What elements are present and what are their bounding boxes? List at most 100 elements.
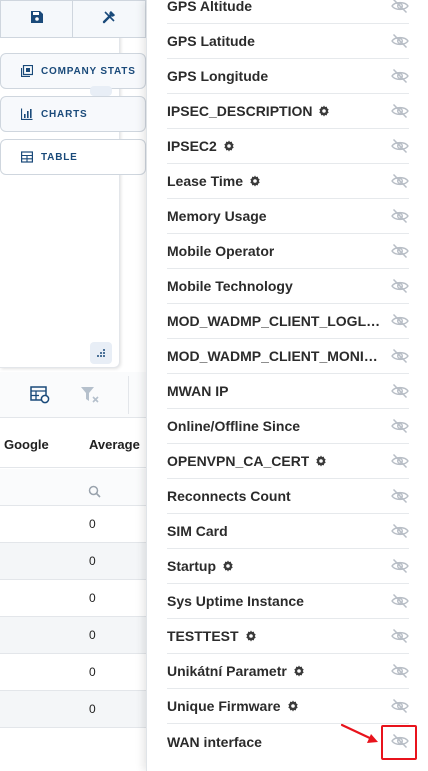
eye-off-icon[interactable]: [391, 523, 409, 539]
gear-icon[interactable]: [293, 665, 305, 677]
chart-icon: [21, 108, 33, 120]
edit-button[interactable]: [73, 0, 146, 38]
column-chooser-item[interactable]: IPSEC2: [167, 129, 409, 164]
column-chooser-item-label: GPS Longitude: [167, 68, 269, 84]
column-chooser-item[interactable]: MWAN IP: [167, 374, 409, 409]
column-header-average[interactable]: Average: [89, 437, 140, 452]
gear-icon[interactable]: [249, 175, 261, 187]
eye-off-icon[interactable]: [391, 453, 409, 469]
column-chooser-item[interactable]: Lease Time: [167, 164, 409, 199]
gear-icon[interactable]: [245, 630, 257, 642]
widget-toolbar: [0, 0, 146, 40]
eye-off-icon[interactable]: [391, 628, 409, 644]
gear-icon[interactable]: [315, 455, 327, 467]
eye-off-icon[interactable]: [391, 138, 409, 154]
eye-off-icon[interactable]: [391, 488, 409, 504]
column-chooser-item-label: Mobile Operator: [167, 243, 275, 259]
filter-search-icon[interactable]: [88, 485, 101, 503]
column-chooser-item[interactable]: Mobile Technology: [167, 269, 409, 304]
column-chooser-item[interactable]: IPSEC_DESCRIPTION: [167, 94, 409, 129]
column-chooser-panel: GPS Altitude GPS Latitude GPS Longitude IPS…: [146, 0, 428, 771]
column-chooser-item-label: OPENVPN_CA_CERT: [167, 453, 310, 469]
nav-table-button[interactable]: TABLE: [0, 139, 146, 175]
column-chooser-item[interactable]: Online/Offline Since: [167, 409, 409, 444]
column-chooser-item-label: TESTTEST: [167, 628, 239, 644]
gear-icon[interactable]: [318, 105, 330, 117]
column-chooser-item[interactable]: GPS Latitude: [167, 24, 409, 59]
table-row[interactable]: 0: [0, 617, 146, 654]
table-cell: 0: [89, 628, 96, 642]
column-chooser-item-label: Memory Usage: [167, 208, 267, 224]
wrench-icon: [102, 9, 117, 29]
column-chooser-item[interactable]: GPS Altitude: [167, 0, 409, 24]
column-header-google[interactable]: Google: [4, 437, 49, 452]
eye-off-icon[interactable]: [391, 383, 409, 399]
column-chooser-item[interactable]: Unikátní Parametr: [167, 654, 409, 689]
table-row[interactable]: 0: [0, 654, 146, 691]
eye-off-icon[interactable]: [391, 593, 409, 609]
column-chooser-item-label: MOD_WADMP_CLIENT_MONITO...: [167, 348, 383, 364]
grid-toolbar: [0, 372, 146, 418]
nav-company-stats-label: COMPANY STATS: [41, 65, 136, 77]
column-chooser-item[interactable]: MOD_WADMP_CLIENT_MONITO...: [167, 339, 409, 374]
table-refresh-icon[interactable]: [30, 386, 50, 409]
table-row[interactable]: 0: [0, 580, 146, 617]
table-cell: 0: [89, 517, 96, 531]
column-chooser-item[interactable]: TESTTEST: [167, 619, 409, 654]
column-chooser-item[interactable]: OPENVPN_CA_CERT: [167, 444, 409, 479]
column-chooser-item-label: GPS Latitude: [167, 33, 255, 49]
nav-charts-button[interactable]: CHARTS: [0, 96, 146, 132]
table-icon: [21, 151, 33, 163]
table-cell: 0: [89, 591, 96, 605]
column-chooser-item[interactable]: Reconnects Count: [167, 479, 409, 514]
eye-off-icon[interactable]: [391, 698, 409, 714]
table-row[interactable]: 0: [0, 543, 146, 580]
column-chooser-item-label: IPSEC2: [167, 138, 217, 154]
eye-off-icon[interactable]: [391, 313, 409, 329]
column-chooser-item-label: Reconnects Count: [167, 488, 291, 504]
save-button[interactable]: [0, 0, 73, 38]
table-cell: 0: [89, 702, 96, 716]
eye-off-icon[interactable]: [391, 173, 409, 189]
gear-icon[interactable]: [223, 140, 235, 152]
column-chooser-item[interactable]: Memory Usage: [167, 199, 409, 234]
gear-icon[interactable]: [287, 700, 299, 712]
column-chooser-item-label: GPS Altitude: [167, 0, 253, 14]
table-row[interactable]: 0: [0, 506, 146, 543]
eye-off-icon[interactable]: [391, 208, 409, 224]
column-chooser-item[interactable]: Sys Uptime Instance: [167, 584, 409, 619]
highlight-annotation-box: [381, 725, 417, 760]
column-chooser-item-label: Mobile Technology: [167, 278, 293, 294]
nav-company-stats-button[interactable]: COMPANY STATS: [0, 53, 146, 89]
eye-off-icon[interactable]: [391, 0, 409, 14]
column-chooser-item-label: WAN interface: [167, 733, 262, 750]
column-chooser-item-label: Sys Uptime Instance: [167, 593, 304, 609]
column-chooser-item[interactable]: SIM Card: [167, 514, 409, 549]
eye-off-icon[interactable]: [391, 418, 409, 434]
eye-off-icon[interactable]: [391, 68, 409, 84]
nav-table-label: TABLE: [41, 151, 78, 163]
table-cell: 0: [89, 665, 96, 679]
grid-header: Google Average: [0, 420, 146, 468]
column-chooser-item[interactable]: Startup: [167, 549, 409, 584]
eye-off-icon[interactable]: [391, 103, 409, 119]
resize-handle[interactable]: [90, 342, 112, 364]
resize-handle-top[interactable]: [90, 86, 112, 96]
eye-off-icon[interactable]: [391, 243, 409, 259]
column-chooser-item-label: Lease Time: [167, 173, 244, 189]
column-chooser-item-label: MOD_WADMP_CLIENT_LOGLEVE...: [167, 313, 383, 329]
eye-off-icon[interactable]: [391, 663, 409, 679]
column-chooser-item[interactable]: MOD_WADMP_CLIENT_LOGLEVE...: [167, 304, 409, 339]
eye-off-icon[interactable]: [391, 33, 409, 49]
column-chooser-item[interactable]: Mobile Operator: [167, 234, 409, 269]
eye-off-icon[interactable]: [391, 558, 409, 574]
eye-off-icon[interactable]: [391, 348, 409, 364]
gear-icon[interactable]: [222, 560, 234, 572]
column-chooser-item-label: MWAN IP: [167, 383, 229, 399]
eye-off-icon[interactable]: [391, 278, 409, 294]
column-chooser-item[interactable]: Unique Firmware: [167, 689, 409, 724]
clear-filter-icon[interactable]: [80, 386, 100, 409]
table-row[interactable]: 0: [0, 691, 146, 728]
column-chooser-item-label: Unikátní Parametr: [167, 663, 287, 679]
column-chooser-item[interactable]: GPS Longitude: [167, 59, 409, 94]
